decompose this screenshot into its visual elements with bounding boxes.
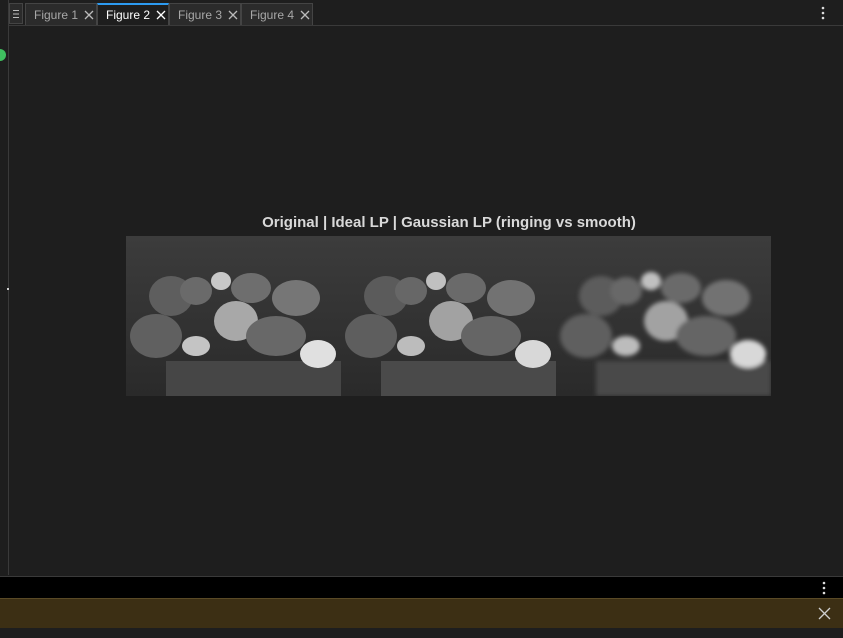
bottom-panel-header xyxy=(0,576,843,598)
ideal-lowpass-image xyxy=(341,236,556,396)
gaussian-lowpass-image xyxy=(556,236,771,396)
tab-label: Figure 4 xyxy=(250,7,295,22)
figure-canvas: Original | Ideal LP | Gaussian LP (ringi… xyxy=(9,26,843,575)
tab-figure-3[interactable]: Figure 3 xyxy=(169,3,241,25)
close-icon[interactable] xyxy=(300,10,310,20)
tab-menu-button[interactable] xyxy=(9,3,23,24)
status-strip xyxy=(0,628,843,638)
close-icon[interactable] xyxy=(156,10,166,20)
figure-tab-strip: Figure 1 Figure 2 Figure 3 Figure 4 xyxy=(9,0,843,26)
image-montage xyxy=(126,236,771,396)
vertical-ellipsis-icon[interactable] xyxy=(821,6,825,20)
tab-figure-1[interactable]: Figure 1 xyxy=(25,3,97,25)
original-image xyxy=(126,236,341,396)
tab-figure-4[interactable]: Figure 4 xyxy=(241,3,313,25)
tab-figure-2[interactable]: Figure 2 xyxy=(97,3,169,25)
close-icon[interactable] xyxy=(818,607,831,620)
green-dot-icon xyxy=(0,49,6,61)
tab-label: Figure 3 xyxy=(178,7,223,22)
figure-title: Original | Ideal LP | Gaussian LP (ringi… xyxy=(262,214,636,231)
tab-label: Figure 1 xyxy=(34,7,79,22)
close-icon[interactable] xyxy=(228,10,238,20)
tab-label: Figure 2 xyxy=(106,8,151,22)
vertical-ellipsis-icon[interactable] xyxy=(822,581,826,595)
close-icon[interactable] xyxy=(84,10,94,20)
left-gutter xyxy=(0,0,9,575)
hamburger-icon xyxy=(13,9,19,18)
notification-bar xyxy=(0,598,843,629)
